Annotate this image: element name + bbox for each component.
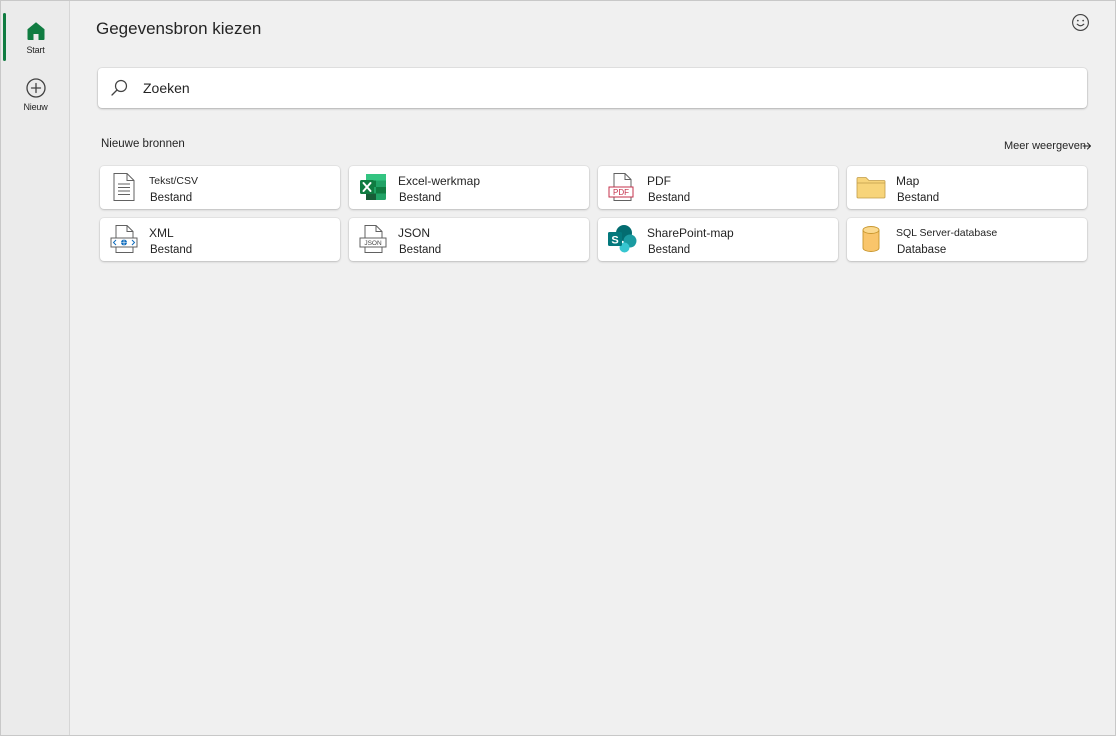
home-icon <box>27 22 44 40</box>
rail-item-new[interactable]: Nieuw <box>1 68 70 122</box>
source-type: Bestand <box>399 244 442 256</box>
source-name: Excel-werkmap <box>398 174 481 188</box>
source-type: Bestand <box>648 244 691 256</box>
page-title: Gegevensbron kiezen <box>96 19 262 38</box>
json-file-icon: JSON <box>359 225 387 253</box>
svg-text:PDF: PDF <box>613 188 629 197</box>
excel-icon <box>360 174 386 200</box>
search-box[interactable] <box>98 68 1087 108</box>
source-name: JSON <box>398 226 431 240</box>
rail-item-label: Start <box>26 45 45 55</box>
source-card-json[interactable]: JSON JSON Bestand <box>349 218 589 261</box>
search-icon <box>111 79 128 96</box>
add-circle-icon <box>25 78 46 98</box>
source-name: XML <box>149 226 174 240</box>
source-card-pdf[interactable]: PDF PDF Bestand <box>598 166 838 209</box>
text-file-icon <box>113 173 135 201</box>
database-icon <box>862 226 880 252</box>
source-card-xml[interactable]: XML Bestand <box>100 218 340 261</box>
source-card-excel[interactable]: Excel-werkmap Bestand <box>349 166 589 209</box>
sharepoint-icon: S <box>608 225 637 253</box>
source-name: SharePoint-map <box>647 226 734 240</box>
section-title: Nieuwe bronnen <box>101 138 185 150</box>
source-type: Bestand <box>897 192 940 204</box>
svg-text:S: S <box>611 235 618 247</box>
source-name: PDF <box>647 174 671 188</box>
source-type: Bestand <box>150 192 193 204</box>
source-card-folder[interactable]: Map Bestand <box>847 166 1087 209</box>
source-type: Bestand <box>648 192 691 204</box>
smiley-icon[interactable] <box>1071 13 1090 32</box>
source-name: SQL Server-database <box>896 227 998 239</box>
left-rail: Start Nieuw <box>1 1 70 735</box>
show-more-link[interactable]: Meer weergeven <box>1004 140 1092 152</box>
source-card-sharepoint[interactable]: S SharePoint-map Bestand <box>598 218 838 261</box>
source-card-sql-server[interactable]: SQL Server-database Database <box>847 218 1087 261</box>
pdf-icon: PDF <box>608 173 634 201</box>
source-type: Bestand <box>150 244 193 256</box>
rail-item-label: Nieuw <box>23 102 48 112</box>
arrow-right-icon <box>1082 142 1091 150</box>
source-card-text-csv[interactable]: Tekst/CSV Bestand <box>100 166 340 209</box>
svg-text:JSON: JSON <box>364 240 382 247</box>
folder-icon <box>856 177 886 199</box>
show-more-label: Meer weergeven <box>1004 140 1086 152</box>
search-input[interactable] <box>143 80 1043 96</box>
source-type: Bestand <box>399 192 442 204</box>
source-type: Database <box>897 244 947 256</box>
source-name: Tekst/CSV <box>149 175 199 187</box>
rail-item-start[interactable]: Start <box>1 11 70 65</box>
xml-file-icon <box>110 225 138 253</box>
app-window: Start Nieuw Gegevensbron kiezen Nieuwe b… <box>0 0 1116 736</box>
source-name: Map <box>896 174 920 188</box>
